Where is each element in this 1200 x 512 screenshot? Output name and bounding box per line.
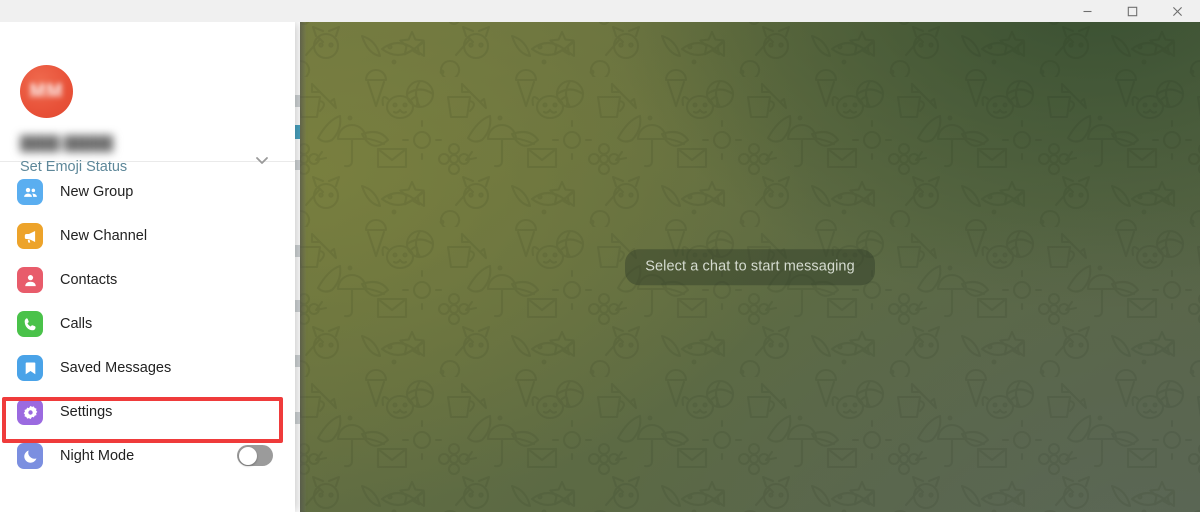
- chat-list-row-marker: [295, 355, 300, 367]
- menu-item-new-channel[interactable]: New Channel: [0, 214, 295, 258]
- menu-item-settings[interactable]: Settings: [0, 390, 295, 434]
- new-group-icon: [17, 179, 43, 205]
- chat-list-unread-marker: [295, 125, 300, 139]
- menu-item-label: Calls: [60, 316, 93, 332]
- menu-item-new-group[interactable]: New Group: [0, 170, 295, 214]
- toggle-knob: [238, 446, 257, 465]
- empty-chat-placeholder: Select a chat to start messaging: [300, 249, 1200, 285]
- avatar-initials: MM: [29, 80, 64, 102]
- night-mode-toggle[interactable]: [237, 445, 273, 466]
- window-controls: [1065, 0, 1200, 22]
- avatar[interactable]: MM: [20, 65, 73, 118]
- menu-item-label: New Group: [60, 184, 134, 200]
- main-menu-panel: MM ████ █████ Set Emoji Status New Group…: [0, 22, 295, 512]
- chat-area: Select a chat to start messaging: [300, 22, 1200, 512]
- menu-item-contacts[interactable]: Contacts: [0, 258, 295, 302]
- menu-item-night-mode[interactable]: Night Mode: [0, 434, 295, 478]
- menu-item-label: Saved Messages: [60, 360, 172, 376]
- menu-item-label: Settings: [60, 404, 113, 420]
- menu-item-label: Contacts: [60, 272, 118, 288]
- chat-list-row-marker: [295, 245, 300, 257]
- saved-messages-icon: [17, 355, 43, 381]
- menu-item-label: New Channel: [60, 228, 148, 244]
- chat-list-row-marker: [295, 412, 300, 424]
- placeholder-text: Select a chat to start messaging: [625, 249, 875, 285]
- close-icon[interactable]: [1155, 0, 1200, 22]
- settings-gear-icon: [17, 399, 43, 425]
- window-title-bar: [0, 0, 1200, 22]
- maximize-icon[interactable]: [1110, 0, 1155, 22]
- chat-list-row-marker: [295, 300, 300, 312]
- chat-list-row-marker: [295, 95, 300, 107]
- menu-item-saved-messages[interactable]: Saved Messages: [0, 346, 295, 390]
- account-header[interactable]: MM ████ █████ Set Emoji Status: [0, 22, 295, 175]
- menu-panel-shadow: [300, 22, 306, 512]
- contacts-icon: [17, 267, 43, 293]
- menu-item-label: Night Mode: [60, 448, 135, 464]
- night-mode-icon: [17, 443, 43, 469]
- new-channel-icon: [17, 223, 43, 249]
- minimize-icon[interactable]: [1065, 0, 1110, 22]
- telegram-desktop-window: Select a chat to start messaging MM ████…: [0, 0, 1200, 512]
- chat-list-row-marker: [295, 160, 300, 170]
- menu-item-calls[interactable]: Calls: [0, 302, 295, 346]
- account-name: ████ █████: [20, 135, 114, 151]
- main-menu-list: New Group New Channel Contacts Calls Sav…: [0, 162, 295, 478]
- calls-icon: [17, 311, 43, 337]
